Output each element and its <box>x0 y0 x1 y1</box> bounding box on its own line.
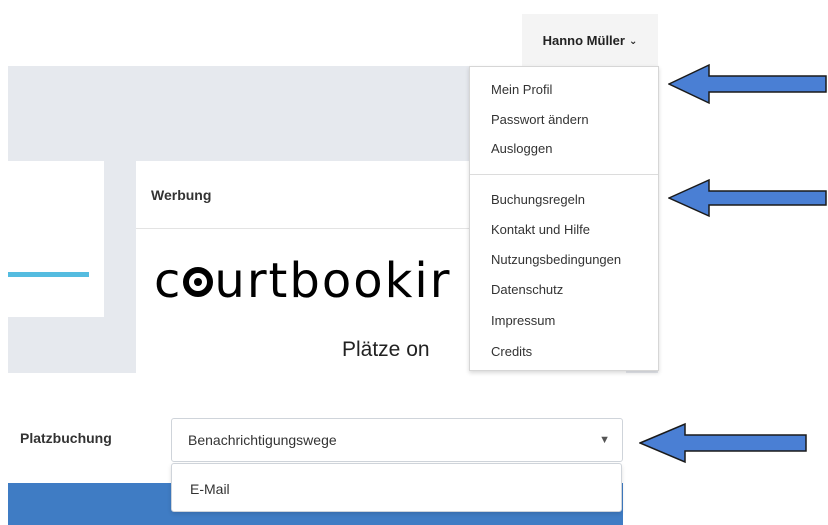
accent-line <box>8 272 89 277</box>
annotation-arrow-left <box>668 178 827 218</box>
caret-down-icon: ▼ <box>599 434 610 446</box>
left-card <box>8 161 104 317</box>
select-option-email[interactable]: E-Mail <box>190 481 230 497</box>
user-name: Hanno Müller <box>542 32 625 48</box>
menu-item-privacy[interactable]: Datenschutz <box>491 282 563 297</box>
chevron-down-icon: ⌄ <box>628 35 638 47</box>
brand-tagline: Plätze on <box>342 338 430 361</box>
annotation-arrow-left <box>668 63 827 105</box>
menu-item-booking-rules[interactable]: Buchungsregeln <box>491 192 585 207</box>
menu-item-change-password[interactable]: Passwort ändern <box>491 112 589 127</box>
select-options-list: E-Mail <box>171 463 622 512</box>
menu-item-profile[interactable]: Mein Profil <box>491 82 552 97</box>
user-dropdown-menu: Mein Profil Passwort ändern Ausloggen Bu… <box>469 66 659 371</box>
menu-item-credits[interactable]: Credits <box>491 344 532 359</box>
user-menu-toggle[interactable]: Hanno Müller ⌄ <box>522 14 658 66</box>
menu-item-imprint[interactable]: Impressum <box>491 313 555 328</box>
menu-item-terms[interactable]: Nutzungsbedingungen <box>491 252 621 267</box>
logo-ball-icon <box>183 267 214 297</box>
notification-method-select[interactable]: Benachrichtigungswege ▼ <box>171 418 623 462</box>
annotation-arrow-left <box>639 422 807 464</box>
menu-item-logout[interactable]: Ausloggen <box>491 141 552 156</box>
select-value: Benachrichtigungswege <box>188 432 337 448</box>
menu-divider <box>470 174 658 175</box>
courtbooking-logo: c urtbookir <box>154 253 452 309</box>
menu-item-contact-help[interactable]: Kontakt und Hilfe <box>491 222 590 237</box>
booking-label: Platzbuchung <box>20 430 112 446</box>
